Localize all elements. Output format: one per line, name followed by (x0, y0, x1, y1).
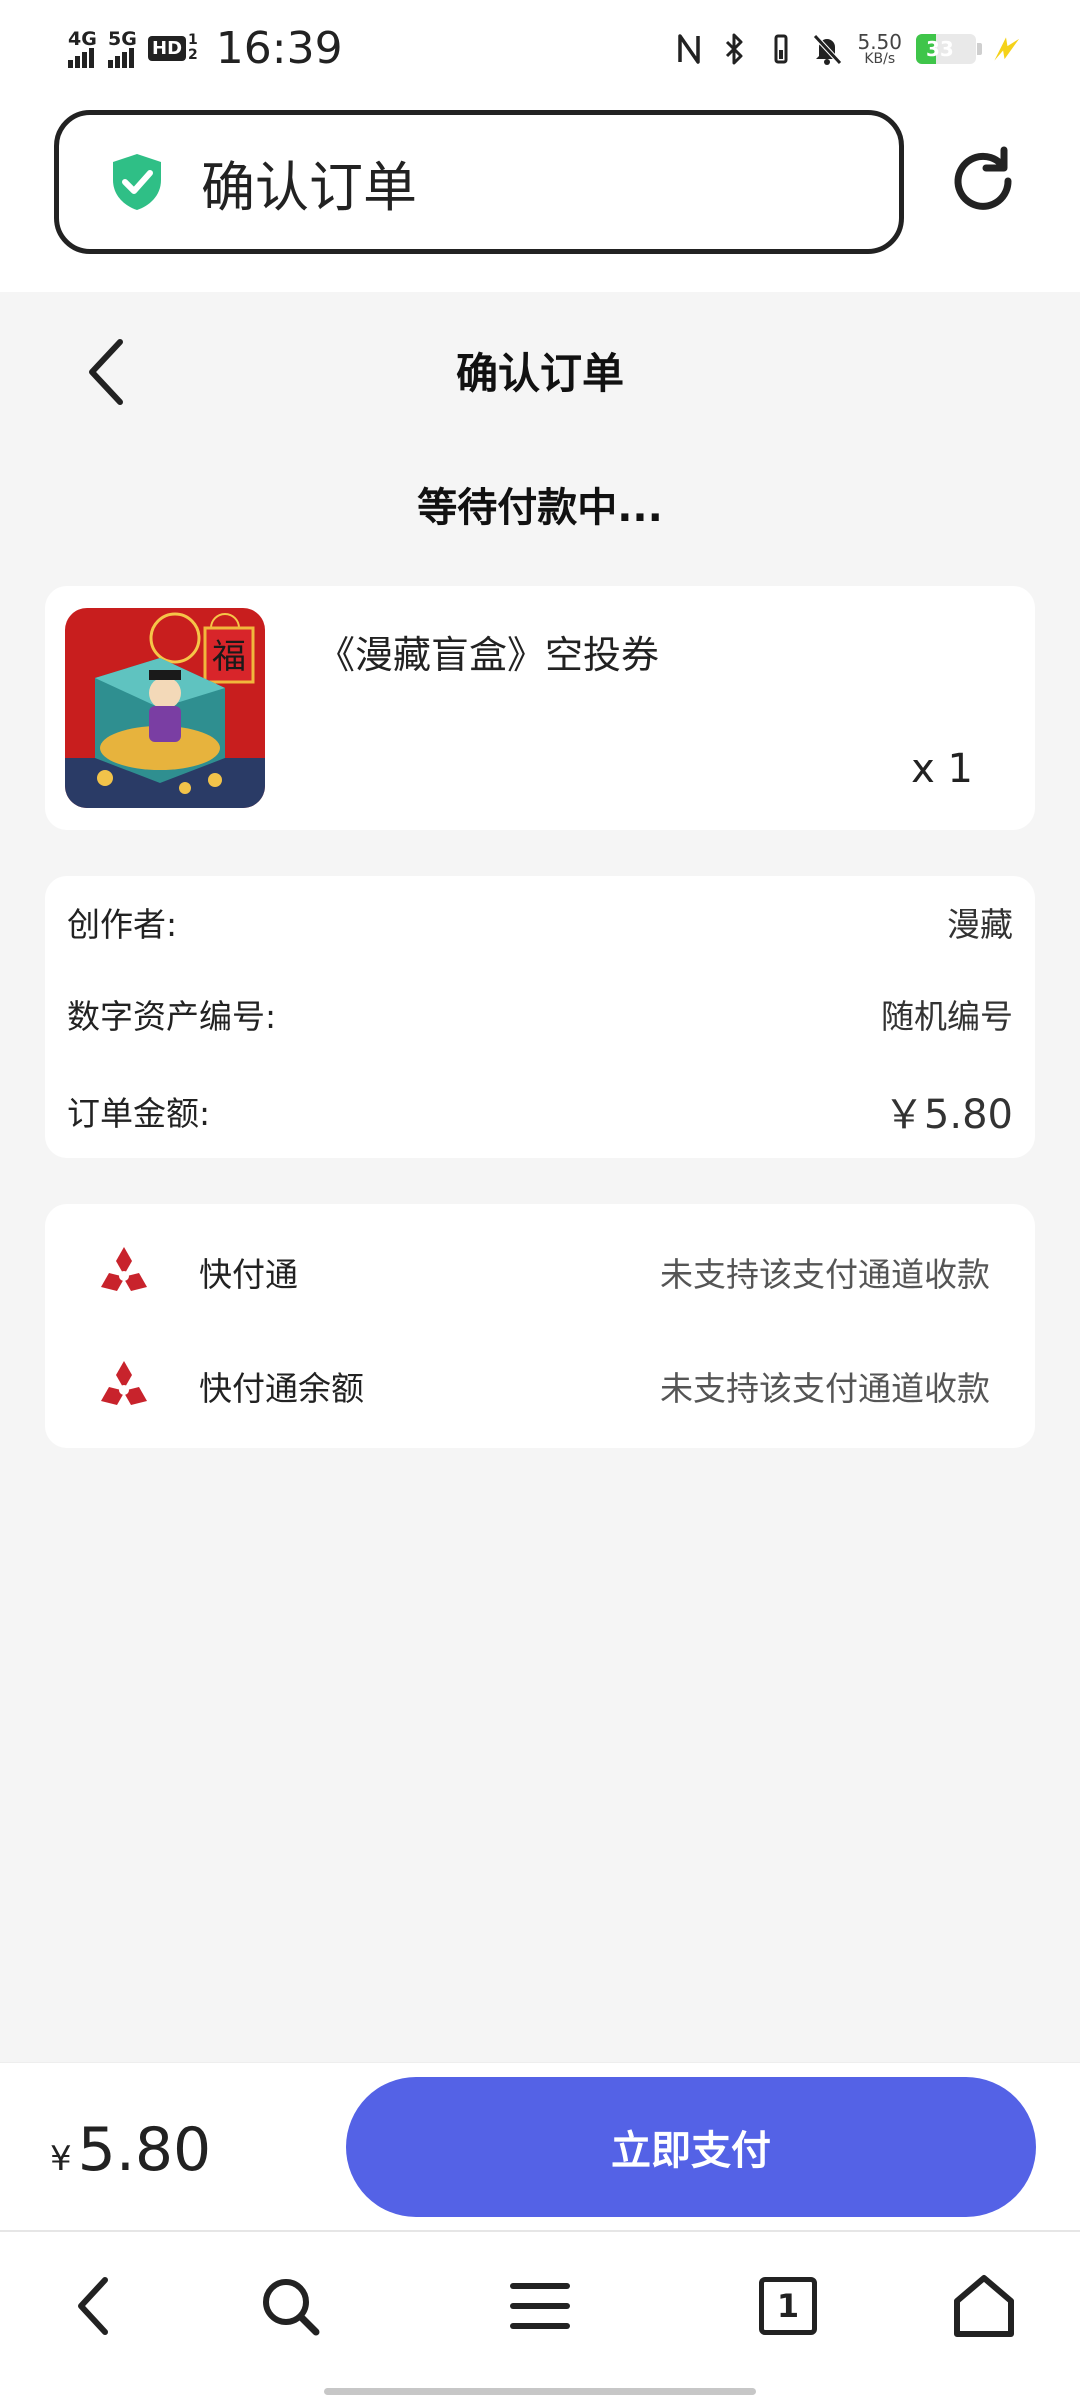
fu-character: 福 (212, 637, 246, 677)
network-label-4g: 4G (68, 28, 97, 50)
clock: 16:39 (215, 22, 343, 74)
reload-icon[interactable] (948, 146, 1018, 216)
product-quantity: x 1 (911, 746, 973, 792)
search-icon[interactable] (250, 2266, 330, 2346)
home-icon[interactable] (944, 2266, 1024, 2346)
payment-name: 快付通 (199, 1255, 298, 1294)
hd-sub-2: 2 (188, 47, 198, 63)
page-header: 确认订单 (0, 292, 1080, 442)
payment-status: 未支持该支付通道收款 (660, 1369, 990, 1408)
hd-voice-icon: HD 1 2 (148, 33, 198, 63)
product-image: 福 (65, 608, 265, 808)
vibrate-icon (765, 32, 797, 66)
pay-now-button[interactable]: 立即支付 (346, 2077, 1036, 2217)
browser-bottom-nav: 1 (0, 2230, 1080, 2400)
status-left: 4G 5G HD 1 2 16:39 (68, 22, 343, 74)
speed-value: 5.50 (857, 30, 902, 54)
mute-icon (811, 32, 843, 66)
order-info-card: 创作者: 漫藏 数字资产编号: 随机编号 订单金额: ￥5.80 (45, 876, 1035, 1158)
status-bar: 4G 5G HD 1 2 16:39 5.50 KB/s 33 (0, 0, 1080, 96)
browser-toolbar: 确认订单 (0, 96, 1080, 292)
address-bar[interactable]: 确认订单 (54, 110, 904, 254)
product-name: 《漫藏盲盒》空投券 (317, 633, 660, 677)
address-title: 确认订单 (201, 155, 417, 219)
network-label-5g: 5G (108, 28, 137, 50)
asset-number-value: 随机编号 (881, 997, 1013, 1036)
signal-5g-icon: 5G (108, 28, 137, 68)
amount-label: 订单金额: (67, 1094, 211, 1133)
speed-unit: KB/s (864, 51, 896, 67)
payment-method-kuaifutong[interactable]: 快付通 未支持该支付通道收款 (95, 1232, 990, 1312)
gesture-bar[interactable] (324, 2388, 756, 2395)
hd-sub-1: 1 (188, 32, 198, 48)
info-row-asset-number: 数字资产编号: 随机编号 (67, 990, 1013, 1038)
currency-symbol: ¥ (50, 2139, 72, 2179)
kuaifutong-logo-icon (95, 1243, 153, 1301)
status-right: 5.50 KB/s 33 (673, 24, 1022, 74)
payment-status: 未支持该支付通道收款 (660, 1255, 990, 1294)
asset-number-label: 数字资产编号: (67, 997, 277, 1036)
tabs-icon[interactable]: 1 (748, 2266, 828, 2346)
payment-methods-card: 快付通 未支持该支付通道收款 快付通余额 未支持该支付通道收款 (45, 1204, 1035, 1448)
back-icon[interactable] (54, 2266, 134, 2346)
menu-icon[interactable] (500, 2266, 580, 2346)
payment-method-kuaifutong-balance[interactable]: 快付通余额 未支持该支付通道收款 (95, 1346, 990, 1426)
battery-icon: 33 (916, 34, 982, 64)
checkout-bar: ¥ 5.80 立即支付 (0, 2062, 1080, 2230)
shield-check-icon (109, 152, 165, 212)
total-amount: 5.80 (77, 2115, 212, 2185)
info-row-creator: 创作者: 漫藏 (67, 898, 1013, 946)
hd-label: HD (148, 35, 187, 61)
signal-4g-icon: 4G (68, 28, 97, 68)
nfc-icon (673, 32, 705, 66)
charging-icon (990, 32, 1022, 66)
info-row-amount: 订单金额: ￥5.80 (67, 1082, 1013, 1140)
network-speed: 5.50 KB/s (857, 32, 902, 66)
product-card: 福 《漫藏盲盒》空投券 x 1 (45, 586, 1035, 830)
amount-value: ￥5.80 (883, 1092, 1013, 1138)
payment-status-text: 等待付款中... (417, 485, 663, 531)
kuaifutong-logo-icon (95, 1357, 153, 1415)
battery-level: 33 (926, 37, 954, 61)
creator-value: 漫藏 (947, 905, 1013, 944)
page-title: 确认订单 (455, 349, 624, 398)
tab-count: 1 (759, 2277, 817, 2335)
bluetooth-icon (719, 32, 751, 66)
payment-name: 快付通余额 (199, 1369, 364, 1408)
total-price: ¥ 5.80 (50, 2115, 211, 2185)
creator-label: 创作者: (67, 905, 178, 944)
